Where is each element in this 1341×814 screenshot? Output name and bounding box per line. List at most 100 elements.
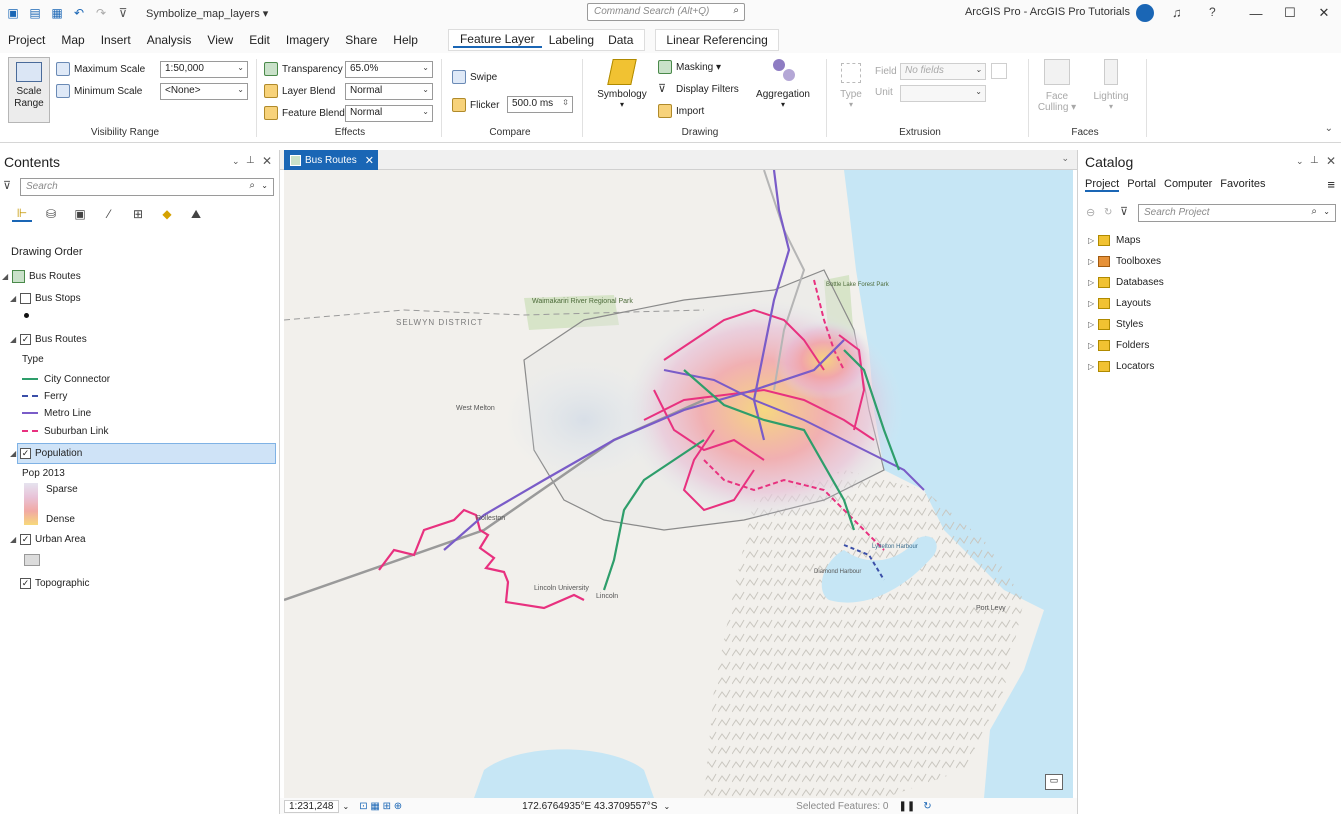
open-project-icon[interactable]: ▤ — [26, 4, 44, 22]
notification-bell-icon[interactable]: ♫ — [1172, 5, 1182, 20]
map-view[interactable]: Waimakariri River Regional Park Bottle L… — [284, 170, 1073, 798]
filter-icon[interactable]: ⊽ — [1120, 205, 1128, 218]
list-by-selection-icon[interactable]: ▣ — [70, 206, 90, 222]
list-by-drawing-order-icon[interactable]: ⊩ — [12, 206, 32, 222]
refresh-icon[interactable]: ↻ — [923, 801, 931, 812]
list-by-snapping-icon[interactable]: ⊞ — [128, 206, 148, 222]
refresh-icon[interactable]: ↻ — [1104, 207, 1112, 218]
pane-options-icon[interactable]: ⌄ — [1296, 156, 1304, 167]
list-by-perspective-imagery-icon[interactable]: ⛰ — [186, 206, 206, 222]
close-tab-icon[interactable]: ✕ — [365, 154, 374, 167]
collapse-ribbon-icon[interactable]: ⌄ — [1325, 123, 1333, 134]
masking-button[interactable]: Masking ▾ — [658, 58, 721, 76]
import-button[interactable]: Import — [658, 102, 704, 120]
customize-toolbar-icon[interactable]: ⊽ — [114, 4, 132, 22]
layer-population[interactable]: ◢ ✓ Population — [10, 444, 82, 462]
back-icon[interactable]: ⊖ — [1086, 206, 1095, 219]
pin-icon[interactable]: ⊥ — [246, 155, 255, 166]
layer-bus-stops[interactable]: ◢ Bus Stops — [10, 289, 81, 307]
tab-computer[interactable]: Computer — [1164, 178, 1212, 192]
layer-topographic[interactable]: ✓ Topographic — [20, 574, 89, 592]
aggregation-button[interactable]: Aggregation ▾ — [752, 59, 814, 109]
tab-bus-routes-map[interactable]: Bus Routes ✕ — [284, 150, 378, 170]
map-chat-icon[interactable]: ▭ — [1045, 774, 1063, 790]
layer-blend-combo[interactable]: Normal ⌄ — [345, 83, 433, 100]
map-node[interactable]: ◢ Bus Routes — [2, 267, 81, 285]
user-globe-icon[interactable] — [1136, 4, 1154, 22]
expand-icon[interactable]: ▷ — [1088, 341, 1098, 350]
min-scale-combo[interactable]: <None> ⌄ — [160, 83, 248, 100]
tab-analysis[interactable]: Analysis — [139, 33, 200, 47]
display-filters-button[interactable]: ⊽ Display Filters — [658, 80, 739, 98]
contents-search-input[interactable]: Search ⌕ ⌄ — [20, 178, 274, 196]
save-icon[interactable]: ▦ — [48, 4, 66, 22]
visibility-checkbox[interactable] — [20, 292, 31, 304]
close-pane-icon[interactable]: ✕ — [262, 154, 272, 168]
list-by-labeling-icon[interactable]: ◆ — [157, 206, 177, 222]
transparency-combo[interactable]: 65.0% ⌄ — [345, 61, 433, 78]
selected-features-count[interactable]: Selected Features: 0 — [796, 801, 888, 812]
expand-icon[interactable]: ▷ — [1088, 362, 1098, 371]
expand-icon[interactable]: ▷ — [1088, 320, 1098, 329]
expand-icon[interactable]: ◢ — [10, 335, 20, 344]
feature-blend-combo[interactable]: Normal ⌄ — [345, 105, 433, 122]
layer-bus-routes[interactable]: ◢ ✓ Bus Routes — [10, 330, 87, 348]
maximize-button[interactable]: ☐ — [1273, 5, 1307, 21]
extrusion-type-button[interactable]: Type ▾ — [834, 63, 868, 109]
chevron-down-icon[interactable]: ⌄ — [663, 802, 670, 811]
flicker-rate-stepper[interactable]: 500.0 ms ⇳ — [507, 96, 573, 113]
expand-icon[interactable]: ▷ — [1088, 257, 1098, 266]
undo-icon[interactable]: ↶ — [70, 4, 88, 22]
tab-map[interactable]: Map — [53, 33, 92, 47]
expression-icon[interactable] — [991, 63, 1007, 79]
layer-urban-area[interactable]: ◢ ✓ Urban Area — [10, 530, 86, 548]
map-tools-icon[interactable]: ⊡ ▦ ⊞ ⊕ — [359, 801, 402, 812]
coordinate-readout[interactable]: 172.6764935°E 43.3709557°S — [522, 801, 657, 812]
project-name[interactable]: Symbolize_map_layers ▾ — [146, 7, 268, 20]
symbology-button[interactable]: Symbology ▾ — [592, 59, 652, 109]
pin-icon[interactable]: ⊥ — [1310, 155, 1319, 166]
command-search-input[interactable]: Command Search (Alt+Q) ⌕ — [587, 3, 745, 21]
face-culling-button[interactable]: Face Culling ▾ — [1034, 59, 1080, 113]
list-by-source-icon[interactable]: ⛁ — [41, 206, 61, 222]
max-scale-combo[interactable]: 1:50,000 ⌄ — [160, 61, 248, 78]
tab-edit[interactable]: Edit — [241, 33, 278, 47]
expand-icon[interactable]: ◢ — [10, 294, 20, 303]
tab-project[interactable]: Project — [0, 33, 53, 47]
catalog-item-databases[interactable]: ▷ Databases — [1088, 273, 1164, 291]
help-icon[interactable]: ? — [1209, 5, 1216, 19]
tab-project[interactable]: Project — [1085, 178, 1120, 192]
catalog-item-maps[interactable]: ▷ Maps — [1088, 231, 1140, 249]
expand-icon[interactable]: ▷ — [1088, 236, 1098, 245]
tab-portal[interactable]: Portal — [1127, 178, 1156, 192]
minimize-button[interactable]: — — [1239, 6, 1273, 21]
visibility-checkbox[interactable]: ✓ — [20, 447, 31, 459]
expand-icon[interactable]: ▷ — [1088, 278, 1098, 287]
catalog-item-toolboxes[interactable]: ▷ Toolboxes — [1088, 252, 1161, 270]
catalog-item-styles[interactable]: ▷ Styles — [1088, 315, 1143, 333]
swipe-button[interactable]: Swipe — [452, 68, 497, 86]
list-by-editing-icon[interactable]: ⁄ — [99, 206, 119, 222]
expand-icon[interactable]: ◢ — [10, 449, 20, 458]
close-button[interactable]: ✕ — [1307, 5, 1341, 21]
expand-icon[interactable]: ◢ — [2, 272, 12, 281]
lighting-button[interactable]: Lighting ▾ — [1088, 59, 1134, 111]
expand-icon[interactable]: ▷ — [1088, 299, 1098, 308]
close-pane-icon[interactable]: ✕ — [1326, 154, 1336, 168]
scale-range-button[interactable]: Scale Range — [8, 57, 50, 123]
tab-labeling[interactable]: Labeling — [542, 33, 601, 47]
tab-view[interactable]: View — [199, 33, 241, 47]
catalog-search-input[interactable]: Search Project ⌕ ⌄ — [1138, 204, 1336, 222]
visibility-checkbox[interactable]: ✓ — [20, 333, 31, 345]
tab-linear-referencing[interactable]: Linear Referencing — [655, 28, 779, 51]
tab-imagery[interactable]: Imagery — [278, 33, 337, 47]
catalog-item-locators[interactable]: ▷ Locators — [1088, 357, 1154, 375]
visibility-checkbox[interactable]: ✓ — [20, 533, 31, 545]
tab-feature-layer[interactable]: Feature Layer — [452, 32, 542, 48]
unit-combo[interactable]: ⌄ — [900, 85, 986, 102]
hamburger-menu-icon[interactable]: ≡ — [1327, 177, 1335, 192]
tab-insert[interactable]: Insert — [93, 33, 139, 47]
tab-data[interactable]: Data — [601, 33, 640, 47]
map-scale-combo[interactable]: 1:231,248 — [284, 799, 339, 813]
chevron-down-icon[interactable]: ⌄ — [343, 802, 350, 811]
